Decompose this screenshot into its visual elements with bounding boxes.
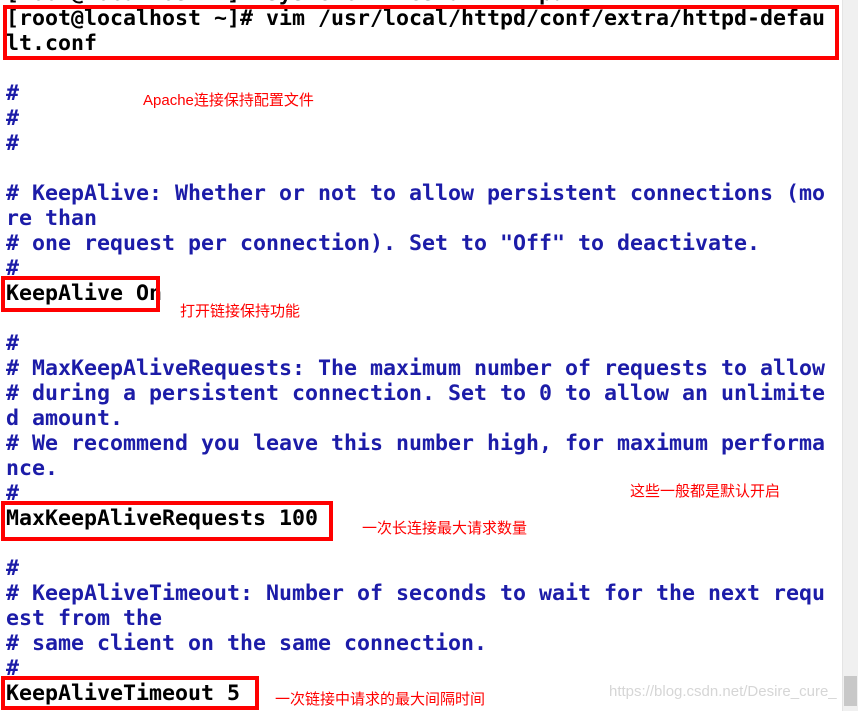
comment-line: d amount. (6, 406, 124, 431)
watermark: https://blog.csdn.net/Desire_cure_ (609, 683, 837, 700)
comment-line: # (6, 331, 20, 356)
highlight-maxkeepaliverequests (1, 501, 333, 541)
comment-line: # same client on the same connection. (6, 631, 488, 656)
comment-line: est from the (6, 606, 163, 631)
comment-line: # MaxKeepAliveRequests: The maximum numb… (6, 356, 826, 381)
comment-line: # (6, 81, 20, 106)
comment-line: # (6, 131, 20, 156)
highlight-keepalivetimeout (1, 676, 259, 710)
annotation-timeout: 一次链接中请求的最大间隔时间 (275, 691, 486, 708)
comment-line: # one request per connection). Set to "O… (6, 231, 761, 256)
vertical-scrollbar[interactable] (842, 0, 858, 711)
highlight-command (3, 5, 839, 60)
comment-line: # KeepAlive: Whether or not to allow per… (6, 181, 826, 206)
comment-line: nce. (6, 456, 59, 481)
highlight-keepalive (1, 276, 160, 312)
scrollbar-thumb[interactable] (844, 676, 857, 706)
annotation-max-requests: 一次长连接最大请求数量 (362, 520, 528, 537)
comment-line: re than (6, 206, 98, 231)
comment-line: # We recommend you leave this number hig… (6, 431, 826, 456)
comment-line: # (6, 106, 20, 131)
comment-line: # during a persistent connection. Set to… (6, 381, 826, 406)
annotation-config-file: Apache连接保持配置文件 (143, 92, 314, 109)
comment-line: # KeepAliveTimeout: Number of seconds to… (6, 581, 826, 606)
terminal-output: [root@localhost ~]# systemctl restart ht… (6, 0, 841, 706)
comment-line: # (6, 556, 20, 581)
annotation-defaults: 这些一般都是默认开启 (630, 483, 781, 500)
annotation-keepalive: 打开链接保持功能 (180, 303, 301, 320)
